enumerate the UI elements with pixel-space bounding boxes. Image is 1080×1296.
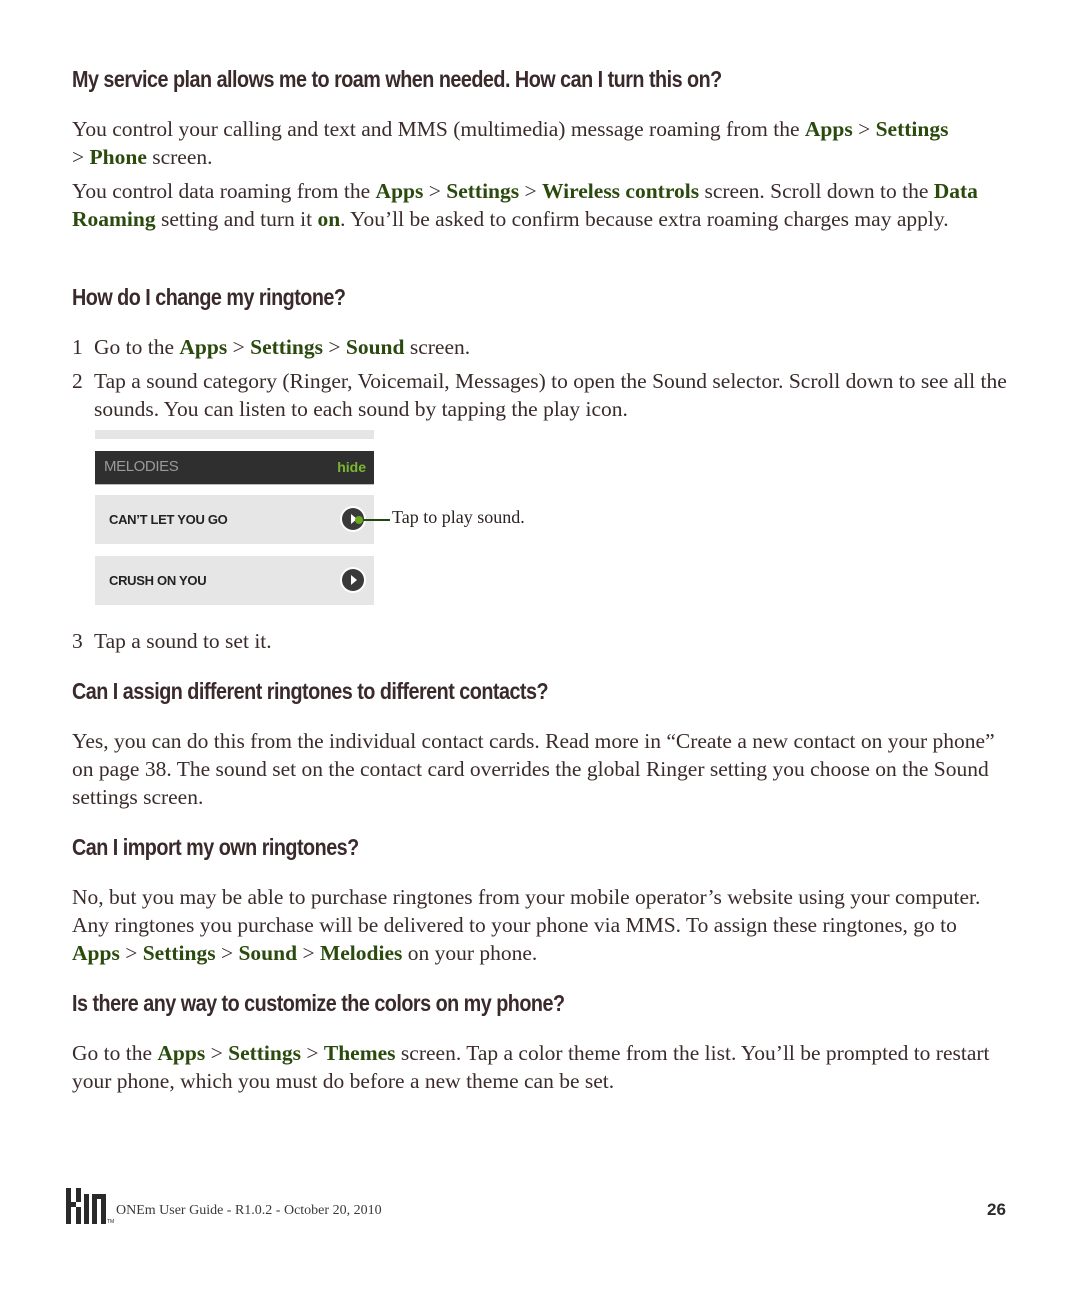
separator: > bbox=[519, 179, 543, 203]
separator: > bbox=[322, 335, 346, 359]
link-settings[interactable]: Settings bbox=[876, 117, 949, 141]
link-apps[interactable]: Apps bbox=[805, 117, 853, 141]
melodies-title: MELODIES bbox=[104, 458, 179, 475]
section-heading-ringtone: How do I change my ringtone? bbox=[72, 284, 346, 310]
text: . You’ll be asked to confirm because ext… bbox=[340, 207, 949, 231]
callout-text: Tap to play sound. bbox=[392, 507, 525, 527]
text: Go to the bbox=[72, 1041, 158, 1065]
on-label: on bbox=[317, 207, 341, 231]
link-apps[interactable]: Apps bbox=[179, 335, 227, 359]
melody-title: CRUSH ON YOU bbox=[109, 573, 207, 588]
text: setting and turn it bbox=[155, 207, 318, 231]
separator: > bbox=[227, 335, 251, 359]
text: You control data roaming from the bbox=[72, 179, 376, 203]
melody-title: CAN’T LET YOU GO bbox=[109, 512, 228, 527]
play-icon[interactable] bbox=[342, 569, 364, 591]
link-wireless-controls[interactable]: Wireless controls bbox=[542, 179, 699, 203]
roaming-paragraph-data: You control data roaming from the Apps >… bbox=[72, 177, 1007, 233]
link-phone[interactable]: Phone bbox=[90, 145, 147, 169]
colors-paragraph: Go to the Apps > Settings > Themes scree… bbox=[72, 1039, 1007, 1095]
link-settings[interactable]: Settings bbox=[143, 941, 216, 965]
section-heading-import: Can I import my own ringtones? bbox=[72, 834, 359, 860]
kin-logo-icon: TM bbox=[66, 1188, 114, 1224]
link-themes[interactable]: Themes bbox=[324, 1041, 396, 1065]
footer-text: ONEm User Guide - R1.0.2 - October 20, 2… bbox=[116, 1203, 382, 1218]
svg-text:TM: TM bbox=[107, 1219, 114, 1224]
step-3: 3 Tap a sound to set it. bbox=[72, 627, 1007, 655]
top-strip bbox=[95, 430, 374, 439]
separator: > bbox=[423, 179, 447, 203]
separator: > bbox=[297, 941, 320, 965]
text: You control your calling and text and MM… bbox=[72, 117, 805, 141]
import-paragraph: No, but you may be able to purchase ring… bbox=[72, 883, 1007, 967]
kin-logo: TM bbox=[66, 1188, 114, 1224]
step-text: Tap a sound category (Ringer, Voicemail,… bbox=[94, 369, 1007, 421]
melody-item[interactable]: CAN’T LET YOU GO bbox=[95, 495, 374, 544]
section-heading-colors: Is there any way to customize the colors… bbox=[72, 990, 565, 1016]
link-settings[interactable]: Settings bbox=[446, 179, 519, 203]
link-sound[interactable]: Sound bbox=[238, 941, 297, 965]
link-settings[interactable]: Settings bbox=[250, 335, 323, 359]
section-heading-roaming: My service plan allows me to roam when n… bbox=[72, 66, 722, 92]
link-settings[interactable]: Settings bbox=[228, 1041, 301, 1065]
link-apps[interactable]: Apps bbox=[376, 179, 424, 203]
separator: > bbox=[852, 117, 876, 141]
separator: > bbox=[205, 1041, 229, 1065]
step-1: 1 Go to the Apps > Settings > Sound scree… bbox=[72, 333, 1007, 361]
step-number: 2 bbox=[72, 369, 83, 393]
separator: > bbox=[215, 941, 239, 965]
step-text: Go to the Apps > Settings > Sound screen… bbox=[94, 333, 1007, 361]
roaming-paragraph-calling: You control your calling and text and MM… bbox=[72, 115, 1007, 171]
hide-button[interactable]: hide bbox=[337, 459, 366, 475]
text: No, but you may be able to purchase ring… bbox=[72, 885, 981, 937]
separator: > bbox=[300, 1041, 324, 1065]
separator: > bbox=[72, 145, 90, 169]
step-2: 2 Tap a sound category (Ringer, Voicemail… bbox=[72, 367, 1007, 423]
contacts-paragraph: Yes, you can do this from the individual… bbox=[72, 729, 995, 809]
callout-dot bbox=[355, 516, 363, 524]
link-melodies[interactable]: Melodies bbox=[320, 941, 402, 965]
section-heading-contacts: Can I assign different ringtones to diff… bbox=[72, 678, 549, 704]
link-apps[interactable]: Apps bbox=[72, 941, 120, 965]
link-apps[interactable]: Apps bbox=[157, 1041, 205, 1065]
step-number: 1 bbox=[72, 335, 83, 359]
step-number: 3 bbox=[72, 629, 83, 653]
step-text: Tap a sound to set it. bbox=[94, 629, 272, 653]
callout-line bbox=[359, 519, 390, 521]
text: on your phone. bbox=[402, 941, 538, 965]
text: screen. bbox=[146, 145, 213, 169]
text: screen. bbox=[404, 335, 471, 359]
page-number: 26 bbox=[987, 1200, 1006, 1219]
text: screen. Scroll down to the bbox=[699, 179, 934, 203]
link-sound[interactable]: Sound bbox=[346, 335, 405, 359]
separator: > bbox=[119, 941, 143, 965]
text: Go to the bbox=[94, 335, 180, 359]
melody-item[interactable]: CRUSH ON YOU bbox=[95, 556, 374, 605]
melodies-header: MELODIES hide bbox=[95, 451, 374, 485]
